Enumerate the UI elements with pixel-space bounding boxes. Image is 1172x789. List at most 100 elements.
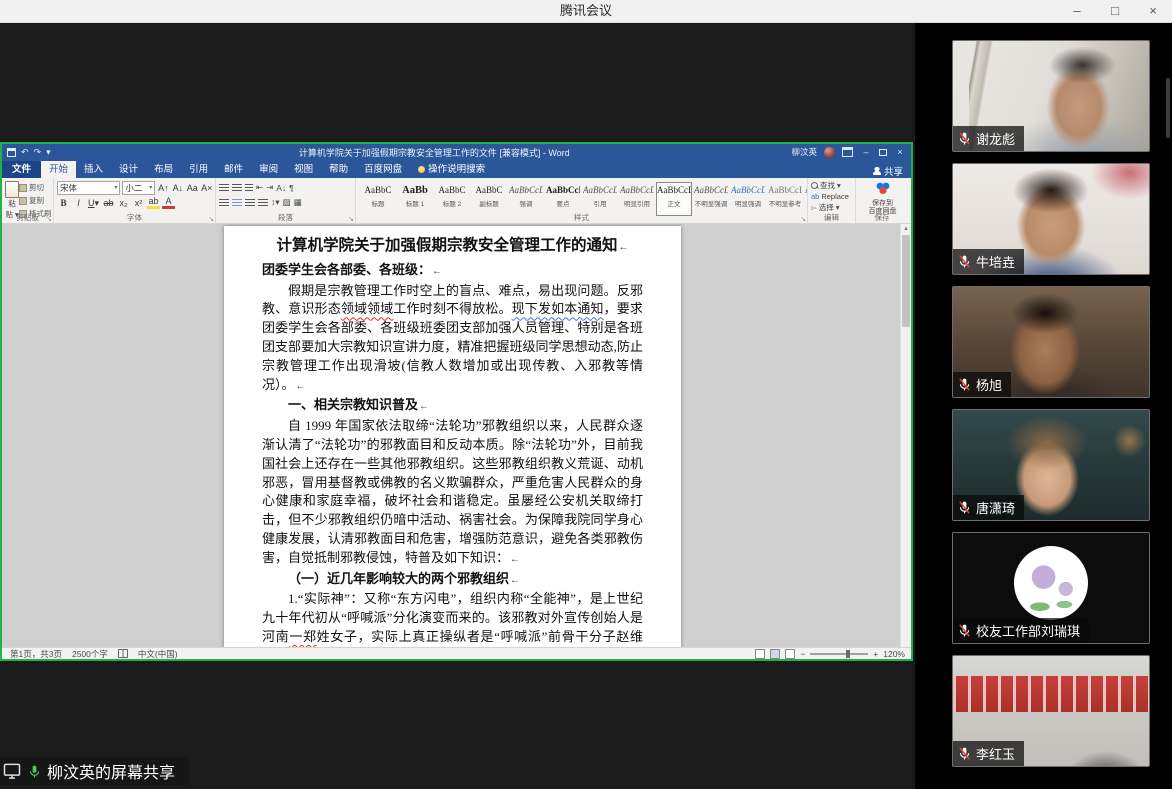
align-center-icon[interactable] (232, 199, 242, 207)
document-scrollbar[interactable]: ▲ (900, 224, 911, 647)
numbering-icon[interactable] (232, 184, 242, 192)
ribbon-tab[interactable]: 操作说明搜索 (410, 161, 493, 178)
highlight-color-icon[interactable]: ab (147, 196, 160, 209)
word-window[interactable]: ↶ ↷ ▾ 计算机学院关于加强假期宗教安全管理工作的文件 [兼容模式] - Wo… (0, 142, 913, 661)
borders-icon[interactable]: ▦ (294, 197, 302, 208)
qat-customize-icon[interactable]: ▾ (46, 147, 51, 158)
multilevel-list-icon[interactable] (245, 184, 253, 192)
paragraph-dialog-launcher[interactable]: ↘ (348, 215, 354, 223)
ribbon-tab[interactable]: 设计 (111, 161, 146, 178)
save-icon[interactable] (7, 148, 16, 157)
increase-indent-icon[interactable]: ⇥ (266, 182, 273, 193)
style-item[interactable]: AaBbCcD强调 (508, 182, 544, 216)
ribbon-tab[interactable]: 文件 (2, 161, 41, 178)
zoom-in-icon[interactable]: + (873, 649, 878, 659)
change-case-icon[interactable]: Aa (186, 181, 198, 195)
read-mode-icon[interactable] (755, 649, 765, 659)
print-layout-icon[interactable] (770, 649, 780, 659)
clear-formatting-icon[interactable]: A× (201, 181, 213, 195)
shrink-font-icon[interactable]: A↓ (172, 181, 184, 195)
strikethrough-icon[interactable]: ab (102, 196, 115, 210)
participant-tile[interactable]: 校友工作部刘瑞琪 (952, 532, 1150, 644)
replace-button[interactable]: abReplace (811, 191, 853, 202)
style-item[interactable]: AaBbCcD不明显参考 (767, 182, 803, 216)
word-minimize-icon[interactable]: – (860, 147, 872, 157)
style-item[interactable]: AaBb标题 1 (397, 182, 433, 216)
justify-icon[interactable] (258, 199, 268, 207)
participant-tile[interactable]: 谢龙彪 (952, 40, 1150, 152)
sidebar-scrollbar-thumb[interactable] (1166, 78, 1170, 138)
line-spacing-icon[interactable]: ↕▾ (271, 197, 280, 208)
word-close-icon[interactable]: × (894, 147, 906, 157)
scroll-up-icon[interactable]: ▲ (901, 224, 911, 234)
undo-icon[interactable]: ↶ (21, 147, 29, 158)
ribbon-tab[interactable]: 百度网盘 (356, 161, 410, 178)
align-right-icon[interactable] (245, 199, 255, 207)
ribbon-tab[interactable]: 引用 (181, 161, 216, 178)
font-dialog-launcher[interactable]: ↘ (208, 215, 214, 223)
minimize-icon[interactable]: – (1058, 0, 1096, 23)
style-item[interactable]: AaBbCcDd不明显强调 (693, 182, 729, 216)
ribbon-tab[interactable]: 邮件 (216, 161, 251, 178)
find-button[interactable]: 查找 ▾ (811, 180, 853, 191)
font-name-combobox[interactable]: 宋体▾ (57, 181, 120, 195)
style-item[interactable]: AaBbCcDd明显引用 (619, 182, 655, 216)
ribbon-tab[interactable]: 帮助 (321, 161, 356, 178)
show-marks-icon[interactable]: ¶ (289, 183, 294, 193)
account-name[interactable]: 柳汶英 (791, 146, 817, 158)
share-button[interactable]: 共享 (873, 164, 911, 178)
scrollbar-thumb[interactable] (902, 235, 910, 327)
zoom-slider-thumb[interactable] (846, 650, 850, 658)
redo-icon[interactable]: ↷ (34, 147, 42, 158)
align-left-icon[interactable] (219, 199, 229, 207)
zoom-out-icon[interactable]: − (800, 649, 805, 659)
word-count[interactable]: 2500个字 (72, 648, 108, 660)
superscript-icon[interactable]: x² (132, 196, 145, 210)
cut-button[interactable]: 剪切 (19, 182, 52, 193)
participant-tile[interactable]: 李红玉 (952, 655, 1150, 767)
clipboard-dialog-launcher[interactable]: ↘ (46, 215, 52, 223)
shading-icon[interactable]: ▨ (283, 197, 291, 208)
proofing-icon[interactable] (118, 649, 128, 658)
style-item[interactable]: AaBbC副标题 (471, 182, 507, 216)
ribbon-display-options-icon[interactable] (842, 147, 853, 157)
participant-tile[interactable]: 唐潇琦 (952, 409, 1150, 521)
page-indicator[interactable]: 第1页，共3页 (10, 648, 62, 660)
style-item[interactable]: AaBbCcD要点 (545, 182, 581, 216)
account-avatar[interactable] (824, 147, 835, 158)
close-icon[interactable]: × (1134, 0, 1172, 23)
ribbon-tab[interactable]: 布局 (146, 161, 181, 178)
maximize-icon[interactable]: □ (1096, 0, 1134, 23)
bullets-icon[interactable] (219, 184, 229, 192)
font-color-icon[interactable]: A (162, 196, 175, 209)
ribbon-tab[interactable]: 开始 (41, 161, 76, 178)
ribbon-tab-label: 插入 (84, 161, 103, 178)
style-item[interactable]: AaBbCcDd正文 (656, 182, 692, 216)
zoom-slider[interactable] (810, 653, 868, 655)
bold-icon[interactable]: B (57, 196, 70, 210)
style-item[interactable]: AaBbCcDd明显强调 (730, 182, 766, 216)
style-item[interactable]: AaBbCcDd引用 (582, 182, 618, 216)
subscript-icon[interactable]: x₂ (117, 196, 130, 210)
sort-icon[interactable]: A↓ (276, 183, 286, 193)
style-item[interactable]: AaBbC标题 (360, 182, 396, 216)
copy-button[interactable]: 复制 (19, 195, 52, 206)
word-restore-icon[interactable] (879, 149, 887, 156)
styles-dialog-launcher[interactable]: ↘ (800, 215, 806, 223)
style-item[interactable]: AaBbC标题 2 (434, 182, 470, 216)
italic-icon[interactable]: I (72, 196, 85, 210)
grow-font-icon[interactable]: A↑ (157, 181, 169, 195)
font-size-combobox[interactable]: 小二▾ (122, 181, 155, 195)
document-page[interactable]: 计算机学院关于加强假期宗教安全管理工作的通知←团委学生会各部委、各班级：←假期是… (224, 226, 681, 647)
decrease-indent-icon[interactable]: ⇤ (256, 182, 263, 193)
ribbon-tab[interactable]: 审阅 (251, 161, 286, 178)
language-indicator[interactable]: 中文(中国) (138, 648, 178, 660)
participant-tile[interactable]: 杨旭 (952, 286, 1150, 398)
ribbon-tab[interactable]: 插入 (76, 161, 111, 178)
underline-icon[interactable]: U▾ (87, 196, 100, 210)
zoom-level[interactable]: 120% (883, 649, 905, 659)
ribbon-tab[interactable]: 视图 (286, 161, 321, 178)
paste-button[interactable]: 粘贴 ▾ (5, 180, 19, 213)
web-layout-icon[interactable] (785, 649, 795, 659)
participant-tile[interactable]: 牛培垚 (952, 163, 1150, 275)
